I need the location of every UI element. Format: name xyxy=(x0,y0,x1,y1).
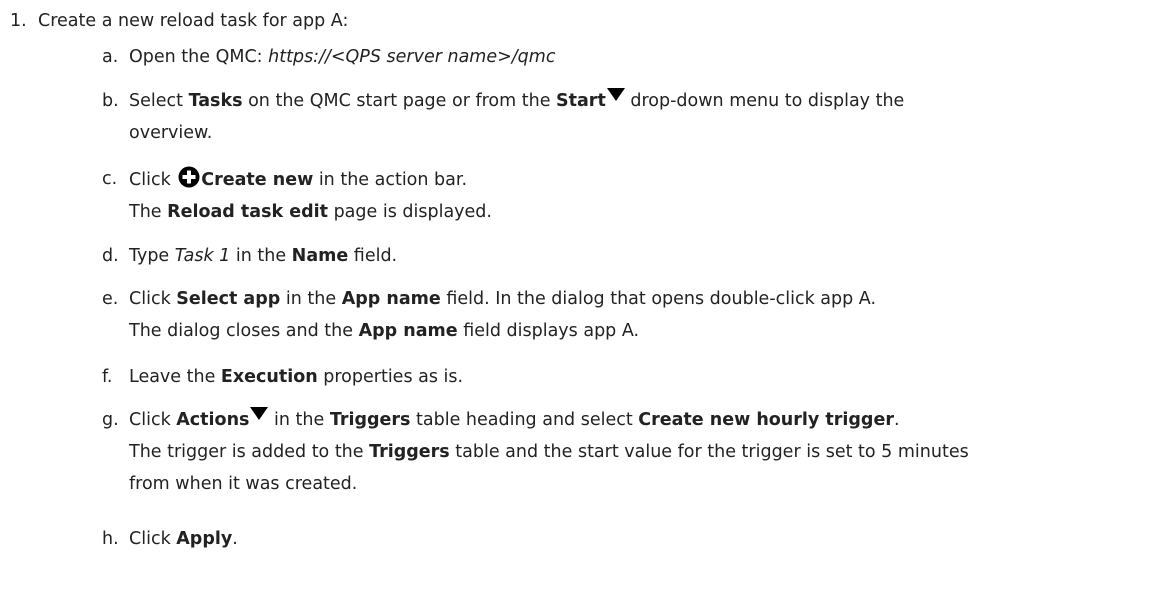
substep-text: Click xyxy=(129,529,177,549)
caret-down-icon xyxy=(250,407,269,420)
substep-text: table heading and select xyxy=(410,410,639,430)
substep-text: drop-down menu to display the xyxy=(624,91,905,111)
substep-text: in the xyxy=(268,410,330,430)
select-app-label: Select app xyxy=(176,289,281,309)
substep-letter: c. xyxy=(102,169,118,189)
create-hourly-trigger-label: Create new hourly trigger xyxy=(638,410,894,430)
start-label: Start xyxy=(556,91,606,111)
task-name-value: Task 1 xyxy=(174,246,231,266)
substep-text: The xyxy=(129,202,168,222)
substep-text: field displays app A. xyxy=(457,321,640,341)
substep-text: The trigger is added to the xyxy=(129,442,370,462)
caret-down-icon xyxy=(606,88,625,101)
substep-text: properties as is. xyxy=(317,367,464,387)
reload-task-edit-label: Reload task edit xyxy=(167,202,329,222)
substep-text: Select xyxy=(129,91,189,111)
substep-text-line2: overview. xyxy=(129,123,213,143)
substep-text: Open the QMC: xyxy=(129,47,269,67)
step-1: 1. Create a new reload task for app A: xyxy=(10,8,348,34)
step-number: 1. xyxy=(10,11,27,31)
substep-letter: h. xyxy=(102,529,119,549)
substep-text: in the xyxy=(280,289,342,309)
substep-text: field. In the dialog that opens double-c… xyxy=(440,289,877,309)
substep-letter: a. xyxy=(102,47,119,67)
app-name-label: App name xyxy=(341,289,441,309)
substep-text: Click xyxy=(129,410,177,430)
substep-text: table and the start value for the trigge… xyxy=(449,442,969,462)
actions-label: Actions xyxy=(176,410,250,430)
triggers-label: Triggers xyxy=(369,442,450,462)
substep-letter: e. xyxy=(102,289,119,309)
substep-text: in the xyxy=(230,246,292,266)
substep-text: Click xyxy=(129,170,177,190)
substep-letter: g. xyxy=(102,410,119,430)
app-name-label: App name xyxy=(358,321,458,341)
substep-text: . xyxy=(893,410,900,430)
step-text: Create a new reload task for app A: xyxy=(38,11,349,31)
substep-text: page is displayed. xyxy=(328,202,492,222)
substep-text: Type xyxy=(129,246,175,266)
substep-text: on the QMC start page or from the xyxy=(242,91,557,111)
substep-text: Leave the xyxy=(129,367,221,387)
substep-letter: f. xyxy=(102,367,113,387)
substep-text: Click xyxy=(129,289,177,309)
substep-text: field. xyxy=(348,246,398,266)
triggers-label: Triggers xyxy=(329,410,411,430)
tasks-label: Tasks xyxy=(188,91,243,111)
substep-text: The dialog closes and the xyxy=(129,321,359,341)
plus-circle-icon xyxy=(178,166,200,188)
qmc-url: https://<QPS server name>/qmc xyxy=(268,47,556,67)
execution-label: Execution xyxy=(220,367,318,387)
apply-label: Apply xyxy=(176,529,233,549)
name-field-label: Name xyxy=(291,246,349,266)
substep-text-line3: from when it was created. xyxy=(129,474,358,494)
substep-text: in the action bar. xyxy=(313,170,468,190)
create-new-label: Create new xyxy=(201,170,314,190)
substep-text: . xyxy=(232,529,238,549)
substep-letter: b. xyxy=(102,91,119,111)
substep-letter: d. xyxy=(102,246,119,266)
